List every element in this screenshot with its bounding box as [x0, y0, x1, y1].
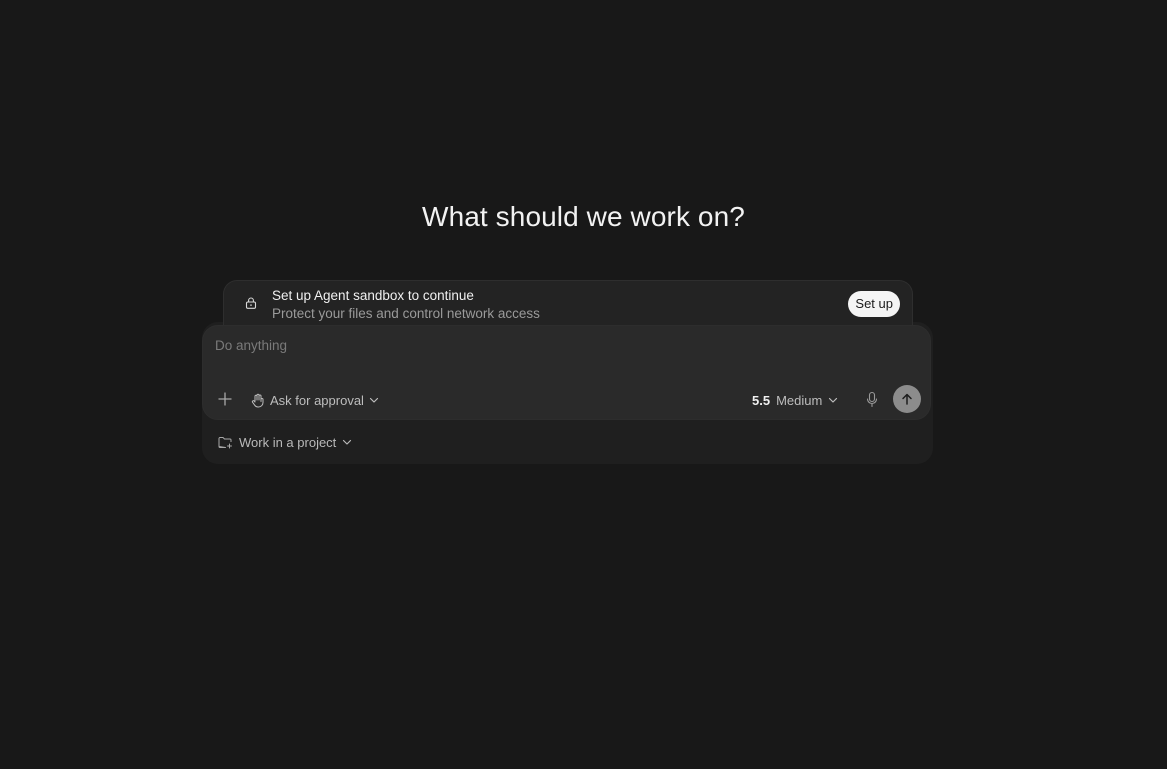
microphone-button[interactable]	[865, 391, 879, 409]
lock-icon	[245, 297, 257, 309]
arrow-up-icon	[902, 393, 912, 405]
add-attachment-button[interactable]	[216, 390, 234, 408]
banner-title: Set up Agent sandbox to continue	[272, 288, 474, 303]
model-effort: Medium	[776, 392, 823, 408]
chevron-down-icon	[342, 437, 352, 447]
setup-button[interactable]: Set up	[848, 291, 900, 317]
page-title: What should we work on?	[422, 201, 745, 232]
approval-label: Ask for approval	[270, 392, 364, 408]
project-label: Work in a project	[239, 434, 337, 450]
folder-plus-icon	[218, 436, 233, 449]
chevron-down-icon	[369, 395, 379, 405]
model-version: 5.5	[752, 392, 771, 408]
prompt-box: Ask for approval 5.5 Medium	[202, 325, 931, 420]
plus-icon	[218, 392, 232, 406]
prompt-input[interactable]	[215, 338, 815, 362]
chevron-down-icon	[828, 395, 838, 405]
banner-subtitle: Protect your files and control network a…	[272, 306, 540, 321]
app-window: What should we work on? Set up Agent san…	[0, 0, 1167, 769]
work-in-project-dropdown[interactable]: Work in a project	[218, 433, 352, 451]
send-button[interactable]	[893, 385, 921, 413]
model-selector[interactable]: 5.5 Medium	[752, 390, 838, 410]
microphone-icon	[866, 391, 878, 408]
hand-icon	[251, 393, 265, 408]
approval-mode-dropdown[interactable]: Ask for approval	[251, 390, 379, 410]
composer: Set up Agent sandbox to continue Protect…	[202, 280, 933, 464]
